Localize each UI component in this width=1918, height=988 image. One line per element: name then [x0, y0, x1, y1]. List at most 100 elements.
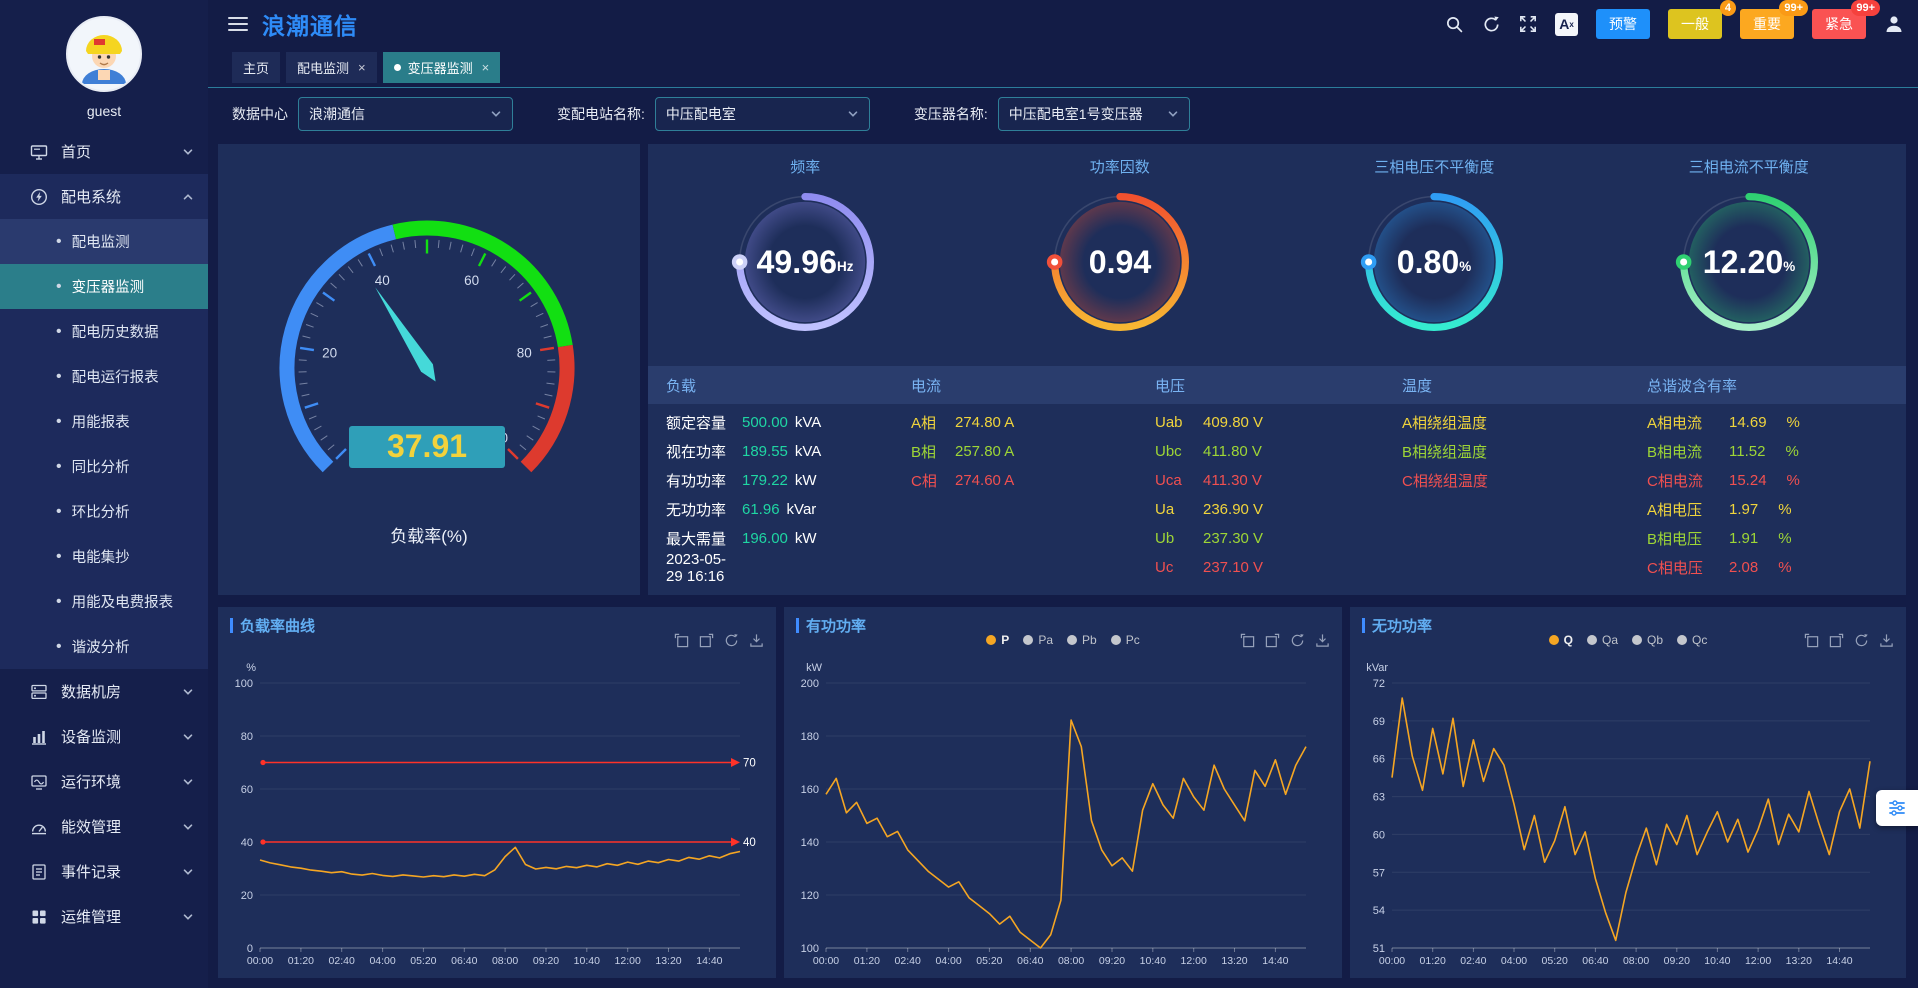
sidebar-item-home[interactable]: 首页 [0, 129, 208, 174]
menu-toggle-icon[interactable] [228, 13, 248, 35]
sidebar-item-event-log[interactable]: 事件记录 [0, 849, 208, 894]
legend-item-P[interactable]: P [986, 633, 1009, 647]
environment-icon [30, 773, 48, 791]
download-icon[interactable] [749, 633, 764, 648]
chevron-down-icon [182, 866, 194, 878]
sidebar-item-energy-report[interactable]: •用能报表 [0, 399, 208, 444]
legend-item-Pa[interactable]: Pa [1023, 633, 1053, 647]
sidebar-item-environment[interactable]: 运行环境 [0, 759, 208, 804]
column-header: 温度 [1384, 375, 1629, 396]
transformer-select[interactable]: 中压配电室1号变压器 [998, 97, 1190, 131]
sidebar-item-power-system[interactable]: 配电系统 [0, 174, 208, 219]
refresh-icon[interactable] [1290, 633, 1305, 648]
sliders-icon [1887, 798, 1907, 818]
tab-配电监测[interactable]: 配电监测 × [286, 52, 377, 83]
user-name: guest [0, 103, 208, 119]
alarm-urgent-button[interactable]: 紧急99+ [1812, 9, 1866, 39]
tab-label: 配电监测 [297, 58, 349, 77]
download-icon[interactable] [1315, 633, 1330, 648]
fullscreen-icon[interactable] [1519, 15, 1537, 33]
svg-text:02:40: 02:40 [895, 955, 921, 967]
sidebar-item-power-monitor[interactable]: •配电监测 [0, 219, 208, 264]
close-icon[interactable]: × [358, 60, 366, 75]
table-row: 额定容量500.00kVA [666, 408, 893, 437]
table-column: A相274.80 AB相257.80 AC相274.60 A [893, 408, 1137, 595]
svg-text:40: 40 [241, 837, 253, 849]
sidebar-item-yoy-analysis[interactable]: •同比分析 [0, 444, 208, 489]
font-size-icon[interactable]: Ax [1555, 13, 1578, 36]
legend-dot-icon [1549, 635, 1559, 645]
sidebar-item-power-history[interactable]: •配电历史数据 [0, 309, 208, 354]
svg-text:08:00: 08:00 [1623, 955, 1649, 967]
svg-text:04:00: 04:00 [1501, 955, 1527, 967]
sidebar-item-energy-fee-report[interactable]: •用能及电费报表 [0, 579, 208, 624]
download-icon[interactable] [1879, 633, 1894, 648]
ring-gauges: 频率49.96Hz功率因数0.94三相电压不平衡度0.80%三相电流不平衡度12… [648, 144, 1906, 366]
sidebar-item-data-room[interactable]: 数据机房 [0, 669, 208, 714]
sidebar-item-mom-analysis[interactable]: •环比分析 [0, 489, 208, 534]
sidebar-item-ops-management[interactable]: 运维管理 [0, 894, 208, 939]
data-zoom-icon[interactable] [674, 633, 689, 648]
chevron-down-icon [182, 911, 194, 923]
ring-gauge: 49.96Hz [722, 179, 888, 345]
station-select[interactable]: 中压配电室 [655, 97, 870, 131]
refresh-icon[interactable] [724, 633, 739, 648]
legend-dot-icon [1632, 635, 1642, 645]
sidebar-item-power-report[interactable]: •配电运行报表 [0, 354, 208, 399]
search-icon[interactable] [1445, 15, 1464, 34]
energy-icon [30, 818, 48, 836]
legend-item-Q[interactable]: Q [1549, 633, 1573, 647]
user-icon[interactable] [1884, 14, 1904, 34]
sidebar-item-energy-efficiency[interactable]: 能效管理 [0, 804, 208, 849]
sidebar-item-harmonic-analysis[interactable]: •谐波分析 [0, 624, 208, 669]
avatar[interactable] [66, 16, 142, 92]
gauge-label: 负载率(%) [218, 522, 640, 547]
sidebar-item-label: 用能报表 [72, 411, 130, 432]
data-center-select[interactable]: 浪潮通信 [298, 97, 513, 131]
bullet-icon: • [56, 323, 62, 341]
legend-dot-icon [1587, 635, 1597, 645]
data-zoom-icon[interactable] [1240, 633, 1255, 648]
restore-icon[interactable] [699, 633, 714, 648]
ring-gauge: 0.80% [1351, 179, 1517, 345]
tab-主页[interactable]: 主页 [232, 52, 280, 83]
tab-变压器监测[interactable]: 变压器监测× [383, 52, 501, 83]
settings-slider-button[interactable] [1876, 790, 1918, 826]
svg-text:13:20: 13:20 [1221, 955, 1247, 967]
svg-text:kW: kW [806, 662, 823, 674]
close-icon[interactable]: × [482, 60, 490, 75]
sidebar-item-label: 环比分析 [72, 501, 130, 522]
bullet-icon: • [56, 278, 62, 296]
refresh-icon[interactable] [1854, 633, 1869, 648]
sidebar-item-meter-reading[interactable]: •电能集抄 [0, 534, 208, 579]
reactive-power-chart-panel: 无功功率QQaQbQc5154576063666972kVar00:0001:2… [1350, 607, 1906, 978]
chart-body: 020406080100%00:0001:2002:4004:0005:2006… [224, 659, 770, 972]
sidebar-item-label: 配电运行报表 [72, 366, 159, 387]
ops-icon [30, 908, 48, 926]
svg-text:05:20: 05:20 [410, 955, 436, 967]
svg-text:14:40: 14:40 [696, 955, 722, 967]
restore-icon[interactable] [1265, 633, 1280, 648]
svg-text:06:40: 06:40 [1582, 955, 1608, 967]
alarm-general-button[interactable]: 一般4 [1668, 9, 1722, 39]
sidebar-item-label: 电能集抄 [72, 546, 130, 567]
alert-warning-button[interactable]: 预警 [1596, 9, 1650, 39]
sidebar-item-label: 谐波分析 [72, 636, 130, 657]
legend-item-Qc[interactable]: Qc [1677, 633, 1707, 647]
legend-item-Pc[interactable]: Pc [1111, 633, 1140, 647]
alarm-important-button[interactable]: 重要99+ [1740, 9, 1794, 39]
legend-item-Pb[interactable]: Pb [1067, 633, 1097, 647]
table-column: A相电流14.69%B相电流11.52%C相电流15.24%A相电压1.97%B… [1629, 408, 1906, 595]
sidebar-item-device-monitor[interactable]: 设备监测 [0, 714, 208, 759]
svg-text:20: 20 [322, 346, 337, 361]
chart-toolbar [1240, 633, 1330, 648]
sidebar-item-transformer-monitor[interactable]: •变压器监测 [0, 264, 208, 309]
refresh-icon[interactable] [1482, 15, 1501, 34]
svg-text:14:40: 14:40 [1262, 955, 1288, 967]
legend-item-Qa[interactable]: Qa [1587, 633, 1618, 647]
restore-icon[interactable] [1829, 633, 1844, 648]
data-zoom-icon[interactable] [1804, 633, 1819, 648]
legend-item-Qb[interactable]: Qb [1632, 633, 1663, 647]
svg-text:0.94: 0.94 [1088, 244, 1151, 280]
svg-text:51: 51 [1373, 943, 1385, 955]
